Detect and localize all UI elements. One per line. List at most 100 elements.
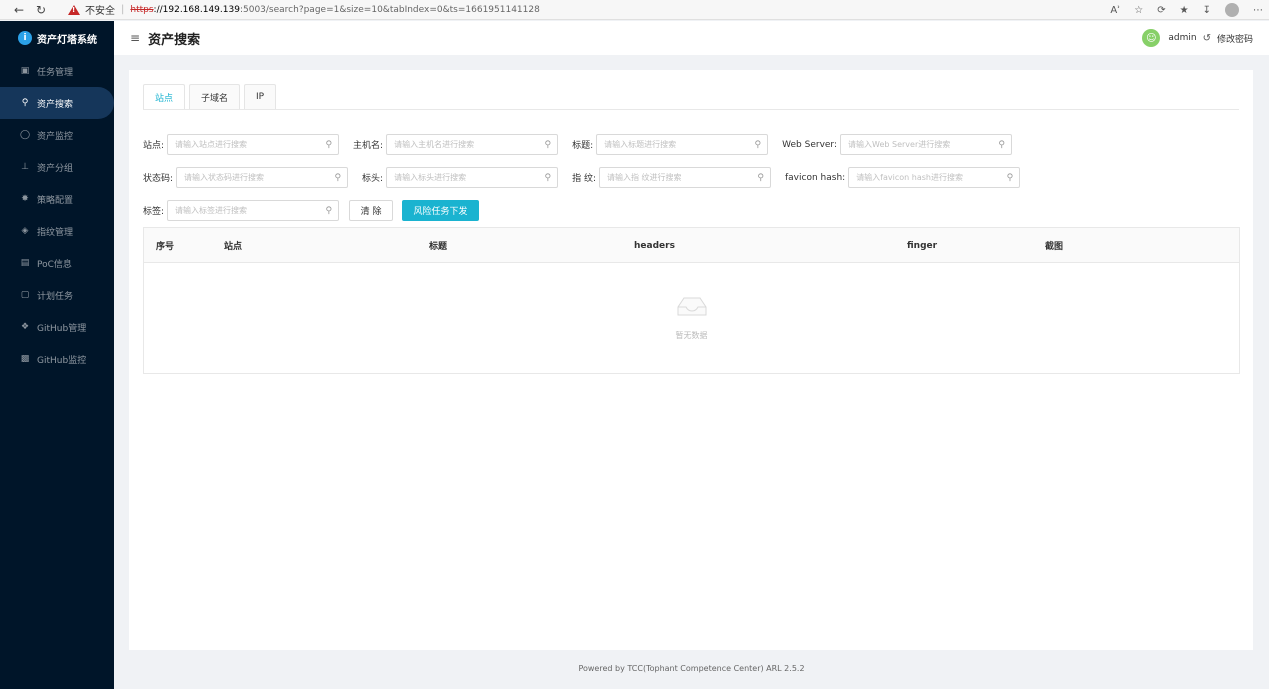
filter-row-3: 标签: 请输入标签进行搜索 ⚲ 清 除 风险任务下发 [143, 200, 480, 221]
download-icon[interactable]: ↧ [1203, 5, 1211, 16]
title-label: 标题: [572, 141, 594, 151]
finger-filter: 指 纹: 请输入指 纹进行搜索 ⚲ [572, 167, 771, 188]
sidebar-item-github-monitor[interactable]: ▩ GitHub监控 [0, 343, 114, 375]
github-icon: ❖ [20, 322, 30, 332]
status-placeholder: 请输入状态码进行搜索 [184, 173, 265, 182]
site-placeholder: 请输入站点进行搜索 [175, 140, 248, 149]
brand-name: 资产灯塔系统 [37, 34, 97, 46]
empty-inbox-icon [677, 297, 707, 316]
site-search-input[interactable]: 请输入站点进行搜索 ⚲ [167, 134, 340, 155]
sidebar-item-monitor[interactable]: ◯ 资产监控 [0, 119, 114, 151]
header-search-input[interactable]: 请输入标头进行搜索 ⚲ [386, 167, 559, 188]
tag-search-input[interactable]: 请输入标签进行搜索 ⚲ [167, 200, 340, 221]
webserver-search-input[interactable]: 请输入Web Server进行搜索 ⚲ [840, 134, 1013, 155]
column-header-index: 序号 [156, 242, 175, 252]
column-header-finger: finger [907, 240, 938, 251]
favorites-icon[interactable]: ★ [1180, 5, 1189, 16]
title-placeholder: 请输入标题进行搜索 [604, 140, 677, 149]
clear-button[interactable]: 清 除 [349, 200, 394, 221]
top-header: ≡ 资产搜索 ☺ admin ↺ 修改密码 [114, 21, 1269, 55]
status-label: 状态码: [143, 174, 174, 184]
title-filter: 标题: 请输入标题进行搜索 ⚲ [572, 134, 769, 155]
main-content: 站点 子域名 IP 站点: 请输入站点进行搜索 ⚲ 主机名: 请输入主机名进行搜… [129, 70, 1253, 650]
webserver-placeholder: 请输入Web Server进行搜索 [848, 140, 951, 149]
profile-icon[interactable] [1225, 3, 1239, 17]
url-host: ://192.168.149.139 [153, 4, 240, 15]
header-placeholder: 请输入标头进行搜索 [394, 173, 467, 182]
sidebar-item-label: 任务管理 [37, 67, 74, 78]
address-bar[interactable]: https://192.168.149.139:5003/search?page… [130, 5, 539, 15]
sidebar-item-label: GitHub管理 [37, 323, 87, 334]
policy-icon: ✸ [21, 194, 29, 204]
favicon-placeholder: 请输入favicon hash进行搜索 [856, 173, 963, 182]
webserver-label: Web Server: [782, 139, 838, 150]
url-path: :5003/search?page=1&size=10&tabIndex=0&t… [239, 4, 540, 15]
search-icon: ⚲ [21, 98, 29, 108]
finger-search-input[interactable]: 请输入指 纹进行搜索 ⚲ [599, 167, 771, 188]
sidebar-item-fingerprint[interactable]: ◈ 指纹管理 [0, 215, 114, 247]
tab-divider [143, 109, 1239, 110]
tag-placeholder: 请输入标签进行搜索 [175, 206, 248, 215]
search-icon[interactable]: ⚲ [545, 140, 552, 150]
sidebar-item-task[interactable]: ▣ 任务管理 [0, 55, 114, 87]
menu-toggle-icon[interactable]: ≡ [130, 31, 140, 45]
change-password-link[interactable]: 修改密码 [1217, 32, 1253, 45]
sidebar-item-group[interactable]: ⊥ 资产分组 [0, 151, 114, 183]
site-filter: 站点: 请输入站点进行搜索 ⚲ [143, 134, 340, 155]
task-icon: ▣ [20, 66, 30, 76]
search-icon[interactable]: ⚲ [998, 140, 1005, 150]
tab-subdomain[interactable]: 子域名 [189, 84, 241, 109]
group-icon: ⊥ [21, 162, 29, 172]
title-search-input[interactable]: 请输入标题进行搜索 ⚲ [596, 134, 769, 155]
filter-row-1: 站点: 请输入站点进行搜索 ⚲ 主机名: 请输入主机名进行搜索 ⚲ 标题: 请输… [143, 134, 1026, 155]
favicon-search-input[interactable]: 请输入favicon hash进行搜索 ⚲ [848, 167, 1021, 188]
poc-icon: ▤ [20, 258, 30, 268]
security-warning[interactable]: 不安全 [68, 2, 115, 17]
webserver-filter: Web Server: 请输入Web Server进行搜索 ⚲ [782, 134, 1013, 155]
search-icon[interactable]: ⚲ [1007, 173, 1014, 183]
search-icon[interactable]: ⚲ [325, 206, 332, 216]
sidebar-item-poc[interactable]: ▤ PoC信息 [0, 247, 114, 279]
logout-icon[interactable]: ↺ [1203, 33, 1211, 44]
url-scheme: https [130, 4, 154, 15]
search-icon[interactable]: ⚲ [325, 140, 332, 150]
favorite-add-icon[interactable]: ☆ [1134, 5, 1143, 16]
tab-site[interactable]: 站点 [143, 84, 186, 109]
finger-label: 指 纹: [572, 174, 596, 184]
column-header-screenshot: 截图 [1045, 242, 1064, 252]
sidebar-item-label: 策略配置 [37, 195, 74, 206]
status-search-input[interactable]: 请输入状态码进行搜索 ⚲ [176, 167, 349, 188]
hostname-search-input[interactable]: 请输入主机名进行搜索 ⚲ [386, 134, 559, 155]
search-icon[interactable]: ⚲ [545, 173, 552, 183]
empty-text: 暂无数据 [675, 331, 708, 340]
status-filter: 状态码: 请输入状态码进行搜索 ⚲ [143, 167, 349, 188]
more-icon[interactable]: ⋯ [1253, 5, 1263, 16]
column-header-headers: headers [634, 240, 675, 251]
sidebar-item-github[interactable]: ❖ GitHub管理 [0, 311, 114, 343]
tag-filter: 标签: 请输入标签进行搜索 ⚲ [143, 200, 340, 221]
brand[interactable]: i 资产灯塔系统 [0, 21, 114, 55]
hostname-filter: 主机名: 请输入主机名进行搜索 ⚲ [353, 134, 559, 155]
read-aloud-icon[interactable]: Aʾ [1110, 5, 1120, 16]
extensions-icon[interactable]: ⟳ [1157, 5, 1165, 16]
sidebar-item-policy[interactable]: ✸ 策略配置 [0, 183, 114, 215]
monitor-icon: ◯ [19, 130, 31, 140]
risk-task-button[interactable]: 风险任务下发 [402, 200, 480, 221]
search-icon[interactable]: ⚲ [755, 140, 762, 150]
favicon-label: favicon hash: [785, 172, 846, 183]
sidebar-item-schedule[interactable]: ▢ 计划任务 [0, 279, 114, 311]
sidebar-item-search[interactable]: ⚲ 资产搜索 [0, 87, 114, 119]
username[interactable]: admin [1168, 33, 1196, 43]
refresh-icon[interactable]: ↻ [30, 0, 52, 20]
favicon-filter: favicon hash: 请输入favicon hash进行搜索 ⚲ [785, 167, 1021, 188]
table-header: 序号 站点 标题 headers finger 截图 [144, 228, 1239, 263]
search-icon[interactable]: ⚲ [334, 173, 341, 183]
lighthouse-logo-icon: i [18, 31, 32, 45]
back-arrow-icon[interactable]: ← [8, 0, 30, 20]
sidebar-menu: ▣ 任务管理 ⚲ 资产搜索 ◯ 资产监控 ⊥ 资产分组 ✸ 策略配置 ◈ 指纹管理 ▤ PoC… [0, 55, 114, 375]
tab-ip[interactable]: IP [244, 84, 277, 109]
user-avatar-icon[interactable]: ☺ [1142, 29, 1161, 47]
column-header-site: 站点 [224, 242, 243, 252]
search-icon[interactable]: ⚲ [757, 173, 764, 183]
empty-state: 暂无数据 [144, 263, 1239, 374]
